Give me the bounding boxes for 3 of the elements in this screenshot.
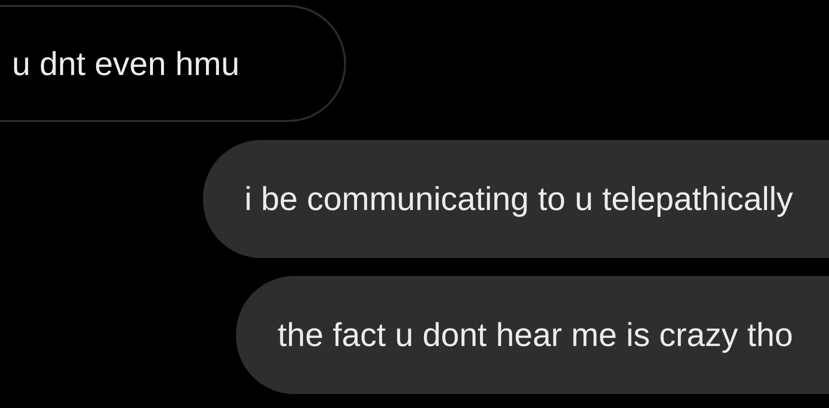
sent-message: i be communicating to u telepathically xyxy=(202,140,829,258)
sent-message: the fact u dont hear me is crazy tho xyxy=(236,276,829,394)
received-message: u dnt even hmu xyxy=(0,5,346,122)
